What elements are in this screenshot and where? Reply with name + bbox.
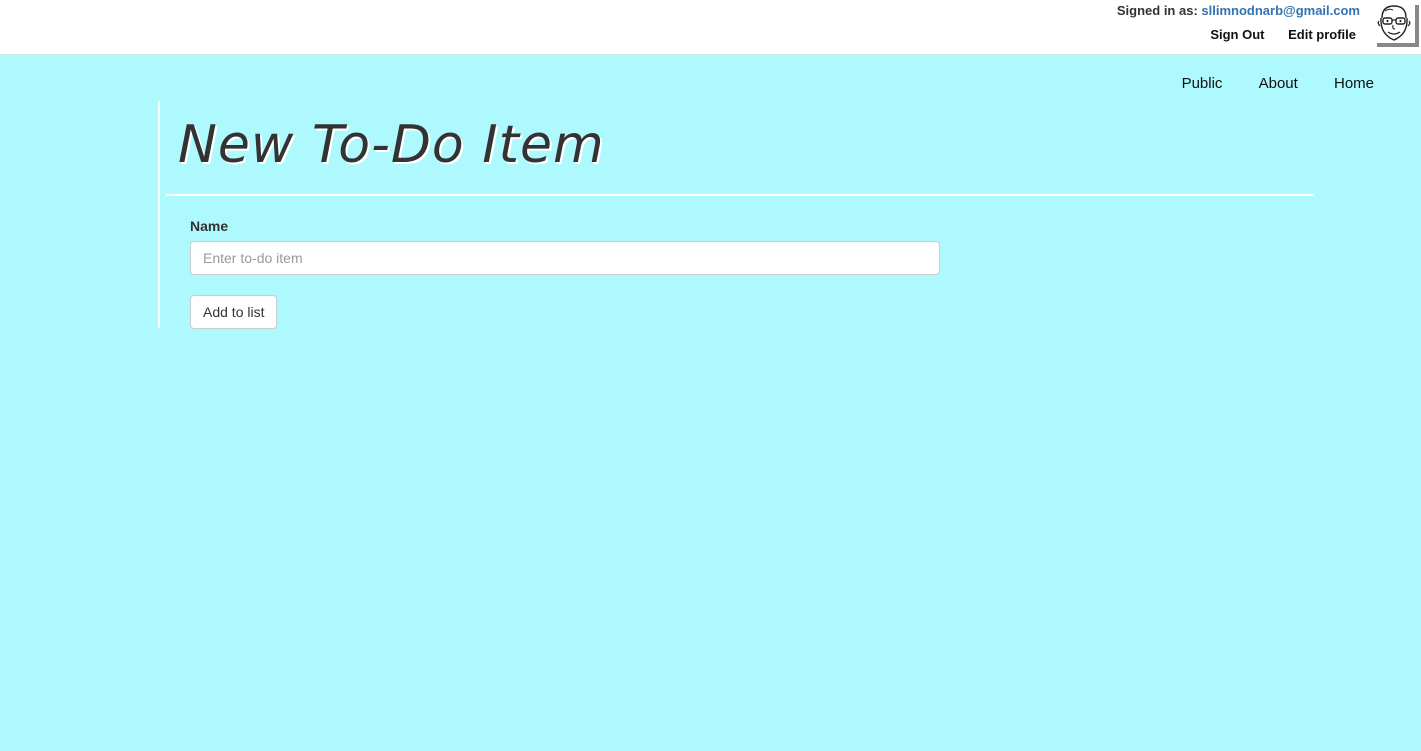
- account-links: Sign Out Edit profile: [1190, 27, 1356, 42]
- name-label: Name: [190, 218, 229, 234]
- nav-item-public[interactable]: Public: [1182, 75, 1223, 92]
- sign-out-link[interactable]: Sign Out: [1210, 27, 1264, 42]
- avatar-caricature-icon: [1373, 1, 1415, 43]
- main-nav: Public About Home: [1150, 75, 1374, 92]
- content-panel: New To-Do Item Name Add to list: [158, 101, 1314, 329]
- edit-profile-link[interactable]: Edit profile: [1288, 27, 1356, 42]
- signed-in-status: Signed in as: sllimnodnarb@gmail.com: [1117, 3, 1360, 18]
- nav-item-about[interactable]: About: [1259, 75, 1298, 92]
- nav-item-home[interactable]: Home: [1334, 75, 1374, 92]
- todo-name-input[interactable]: [190, 241, 940, 275]
- title-divider: [166, 194, 1314, 196]
- user-email-link[interactable]: sllimnodnarb@gmail.com: [1201, 3, 1360, 18]
- avatar-icon[interactable]: [1373, 1, 1415, 43]
- page-title: New To-Do Item: [178, 115, 605, 175]
- top-bar: Signed in as: sllimnodnarb@gmail.com Sig…: [0, 0, 1421, 55]
- signed-in-prefix: Signed in as:: [1116, 3, 1198, 18]
- add-to-list-button[interactable]: Add to list: [190, 295, 278, 329]
